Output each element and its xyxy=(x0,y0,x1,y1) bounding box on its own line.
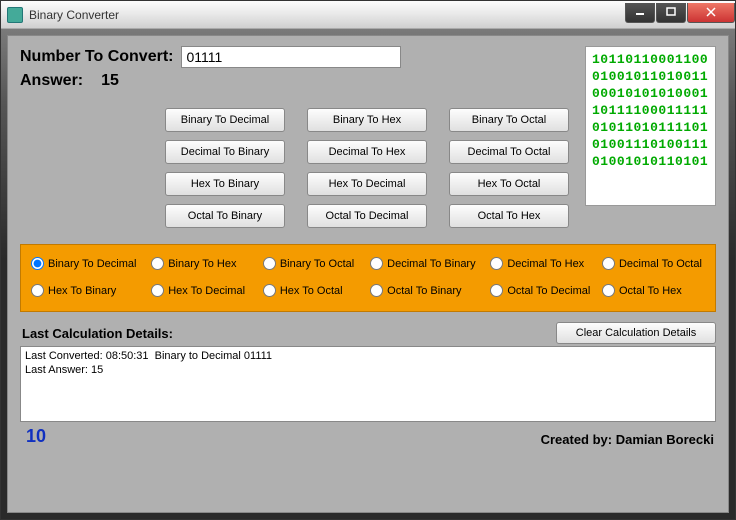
app-icon xyxy=(7,7,23,23)
convert-button-grid: Binary To Decimal Binary To Hex Binary T… xyxy=(165,108,585,228)
radio-decimal-to-octal[interactable]: Decimal To Octal xyxy=(602,257,705,270)
octal-to-binary-button[interactable]: Octal To Binary xyxy=(165,204,285,228)
radio-hex-to-binary[interactable]: Hex To Binary xyxy=(31,284,151,297)
clear-details-button[interactable]: Clear Calculation Details xyxy=(556,322,716,344)
input-label: Number To Convert: xyxy=(20,48,173,66)
decimal-to-binary-button[interactable]: Decimal To Binary xyxy=(165,140,285,164)
hex-to-decimal-button[interactable]: Hex To Decimal xyxy=(307,172,427,196)
octal-to-hex-button[interactable]: Octal To Hex xyxy=(449,204,569,228)
radio-binary-to-decimal[interactable]: Binary To Decimal xyxy=(31,257,151,270)
details-textbox[interactable]: Last Converted: 08:50:31 Binary to Decim… xyxy=(20,346,716,422)
window-title: Binary Converter xyxy=(29,8,624,22)
radio-decimal-to-hex[interactable]: Decimal To Hex xyxy=(490,257,602,270)
hex-to-binary-button[interactable]: Hex To Binary xyxy=(165,172,285,196)
decimal-to-octal-button[interactable]: Decimal To Octal xyxy=(449,140,569,164)
hex-to-octal-button[interactable]: Hex To Octal xyxy=(449,172,569,196)
radio-octal-to-hex[interactable]: Octal To Hex xyxy=(602,284,705,297)
radio-octal-to-binary[interactable]: Octal To Binary xyxy=(370,284,490,297)
binary-to-octal-button[interactable]: Binary To Octal xyxy=(449,108,569,132)
radio-binary-to-octal[interactable]: Binary To Octal xyxy=(263,257,370,270)
minimize-button[interactable] xyxy=(625,3,655,23)
details-header-label: Last Calculation Details: xyxy=(20,326,556,341)
octal-to-decimal-button[interactable]: Octal To Decimal xyxy=(307,204,427,228)
titlebar[interactable]: Binary Converter xyxy=(1,1,735,29)
maximize-button[interactable] xyxy=(656,3,686,23)
radio-decimal-to-binary[interactable]: Decimal To Binary xyxy=(370,257,490,270)
answer-value: 15 xyxy=(101,72,119,90)
binary-to-hex-button[interactable]: Binary To Hex xyxy=(307,108,427,132)
footer-credit: Created by: Damian Borecki xyxy=(541,432,716,447)
number-input[interactable] xyxy=(181,46,401,68)
app-window: Binary Converter Number To Convert: Answ… xyxy=(0,0,736,520)
client-area: Number To Convert: Answer: 15 Binary To … xyxy=(7,35,729,513)
radio-hex-to-octal[interactable]: Hex To Octal xyxy=(263,284,370,297)
binary-art-panel: 10110110001100 01001011010011 0001010101… xyxy=(585,46,716,206)
radio-panel: Binary To Decimal Binary To Hex Binary T… xyxy=(20,244,716,312)
close-button[interactable] xyxy=(687,3,735,23)
footer-number: 10 xyxy=(20,426,46,447)
radio-binary-to-hex[interactable]: Binary To Hex xyxy=(151,257,263,270)
binary-to-decimal-button[interactable]: Binary To Decimal xyxy=(165,108,285,132)
radio-hex-to-decimal[interactable]: Hex To Decimal xyxy=(151,284,263,297)
decimal-to-hex-button[interactable]: Decimal To Hex xyxy=(307,140,427,164)
answer-label: Answer: xyxy=(20,72,83,90)
radio-octal-to-decimal[interactable]: Octal To Decimal xyxy=(490,284,602,297)
